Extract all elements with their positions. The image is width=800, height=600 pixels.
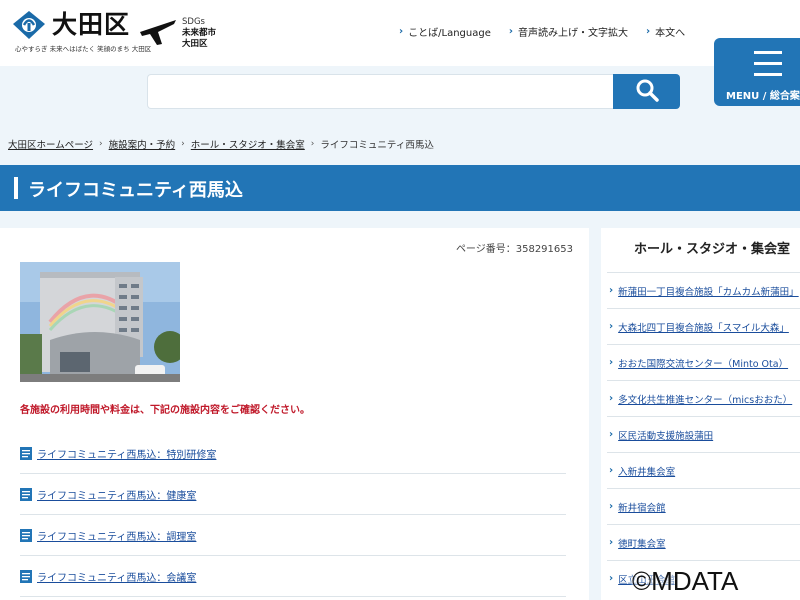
search-input[interactable] xyxy=(147,74,613,109)
list-item: ライフコミュニティ西馬込：会議室 xyxy=(20,556,566,597)
site-logo[interactable]: 大田区 xyxy=(12,10,130,40)
chevron-right-icon: › xyxy=(609,357,614,368)
sidebar-item: › 入新井集会室 xyxy=(607,452,800,488)
airplane-icon xyxy=(138,14,178,52)
watermark: ©MDATA xyxy=(632,566,739,596)
document-icon xyxy=(20,569,32,583)
page-title: ライフコミュニティ西馬込 xyxy=(28,180,243,201)
title-accent xyxy=(14,177,18,199)
sidebar-item: › 大森北四丁目複合施設「スマイル大森」 xyxy=(607,308,800,344)
menu-label: MENU / 総合案内 xyxy=(726,91,800,102)
document-icon xyxy=(20,446,32,460)
chevron-right-icon: › xyxy=(609,429,614,440)
document-icon xyxy=(20,487,32,501)
chevron-right-icon: › xyxy=(609,573,614,584)
chevron-right-icon: › xyxy=(609,321,614,332)
skip-to-content-label: 本文へ xyxy=(655,28,686,39)
document-icon xyxy=(20,528,32,542)
sidebar-list: › 新蒲田一丁目複合施設「カムカム新蒲田」 › 大森北四丁目複合施設「スマイル大森」… xyxy=(607,272,800,596)
sidebar-link-kamukamu[interactable]: 新蒲田一丁目複合施設「カムカム新蒲田」 xyxy=(618,284,799,298)
link-special-training-room[interactable]: ライフコミュニティ西馬込：特別研修室 xyxy=(37,446,216,461)
sidebar-item: › 新井宿会館 xyxy=(607,488,800,524)
sidebar-link-kamata-support[interactable]: 区民活動支援施設蒲田 xyxy=(618,428,713,442)
list-item: ライフコミュニティ西馬込：健康室 xyxy=(20,474,566,515)
language-link-label: ことば/Language xyxy=(408,28,491,39)
chevron-right-icon: › xyxy=(181,139,185,149)
sidebar: ホール・スタジオ・集会室 › 新蒲田一丁目複合施設「カムカム新蒲田」 › 大森北四丁… xyxy=(601,228,800,600)
page-number: ページ番号：358291653 xyxy=(455,244,573,255)
breadcrumb-facilities[interactable]: 施設案内・予約 xyxy=(109,137,176,151)
accessibility-link[interactable]: › 音声読み上げ・文字拡大 xyxy=(509,24,628,39)
chevron-right-icon: › xyxy=(609,393,614,404)
sidebar-link-tokumachi[interactable]: 徳町集会室 xyxy=(618,536,666,550)
notice-text: 各施設の利用時間や料金は、下記の施設内容をご確認ください。 xyxy=(20,405,310,416)
sidebar-link-smile-omori[interactable]: 大森北四丁目複合施設「スマイル大森」 xyxy=(618,320,789,334)
facility-photo xyxy=(20,262,186,382)
sidebar-item: › 区民活動支援施設蒲田 xyxy=(607,416,800,452)
sidebar-item: › 徳町集会室 xyxy=(607,524,800,560)
chevron-right-icon: › xyxy=(508,26,513,37)
breadcrumb-halls[interactable]: ホール・スタジオ・集会室 xyxy=(191,137,305,151)
menu-button[interactable]: MENU / 総合案内 xyxy=(714,38,800,106)
breadcrumb-home[interactable]: 大田区ホームページ xyxy=(8,137,93,151)
facility-link-list: ライフコミュニティ西馬込：特別研修室 ライフコミュニティ西馬込：健康室 ライフコ… xyxy=(20,433,566,597)
logo-tagline: 心やすらぎ 未来へはばたく 笑顔のまち 大田区 xyxy=(15,45,152,53)
site-header: 大田区 心やすらぎ 未来へはばたく 笑顔のまち 大田区 SDGs 未来都市 大田… xyxy=(0,0,800,66)
chevron-right-icon: › xyxy=(99,139,103,149)
link-cooking-room[interactable]: ライフコミュニティ西馬込：調理室 xyxy=(37,528,196,543)
sidebar-item: › 多文化共生推進センター（micsおおた） xyxy=(607,380,800,416)
sdgs-label: SDGs xyxy=(182,16,205,27)
chevron-right-icon: › xyxy=(609,537,614,548)
main-content: ページ番号：358291653 各施設の利用時間や料金は、下記の施設内容をご確認… xyxy=(0,228,589,600)
skip-to-content-link[interactable]: › 本文へ xyxy=(646,24,685,39)
list-item: ライフコミュニティ西馬込：特別研修室 xyxy=(20,433,566,474)
link-meeting-room[interactable]: ライフコミュニティ西馬込：会議室 xyxy=(37,569,196,584)
sdgs-ota: 大田区 xyxy=(182,38,208,49)
sidebar-title: ホール・スタジオ・集会室 xyxy=(634,242,791,257)
chevron-right-icon: › xyxy=(645,26,651,37)
chevron-right-icon: › xyxy=(399,26,404,37)
accessibility-link-label: 音声読み上げ・文字拡大 xyxy=(517,28,628,39)
hamburger-icon xyxy=(754,51,782,84)
language-link[interactable]: › ことば/Language xyxy=(399,24,491,39)
city-emblem-icon xyxy=(12,10,46,40)
sdgs-future-city: 未来都市 xyxy=(182,27,217,38)
chevron-right-icon: › xyxy=(310,139,315,149)
link-health-room[interactable]: ライフコミュニティ西馬込：健康室 xyxy=(37,487,196,502)
utility-nav: › ことば/Language › 音声読み上げ・文字拡大 › 本文へ xyxy=(399,24,703,39)
sidebar-link-minto-ota[interactable]: おおた国際交流センター（Minto Ota） xyxy=(618,356,788,370)
list-item: ライフコミュニティ西馬込：調理室 xyxy=(20,515,566,556)
sidebar-item: › 新蒲田一丁目複合施設「カムカム新蒲田」 xyxy=(607,272,800,308)
sdgs-badge: SDGs 未来都市 大田区 xyxy=(138,14,216,52)
search-icon xyxy=(635,78,659,106)
sidebar-link-iriarai[interactable]: 入新井集会室 xyxy=(618,464,675,478)
logo-name: 大田区 xyxy=(52,10,131,39)
search-button[interactable] xyxy=(613,74,680,109)
breadcrumb: 大田区ホームページ › 施設案内・予約 › ホール・スタジオ・集会室 › ライフ… xyxy=(8,137,434,151)
sidebar-link-mics-ota[interactable]: 多文化共生推進センター（micsおおた） xyxy=(618,392,792,406)
chevron-right-icon: › xyxy=(609,465,614,476)
chevron-right-icon: › xyxy=(609,285,614,296)
sidebar-item: › おおた国際交流センター（Minto Ota） xyxy=(607,344,800,380)
breadcrumb-current: ライフコミュニティ西馬込 xyxy=(320,140,434,151)
sidebar-link-araijuku[interactable]: 新井宿会館 xyxy=(618,500,666,514)
chevron-right-icon: › xyxy=(609,501,614,512)
